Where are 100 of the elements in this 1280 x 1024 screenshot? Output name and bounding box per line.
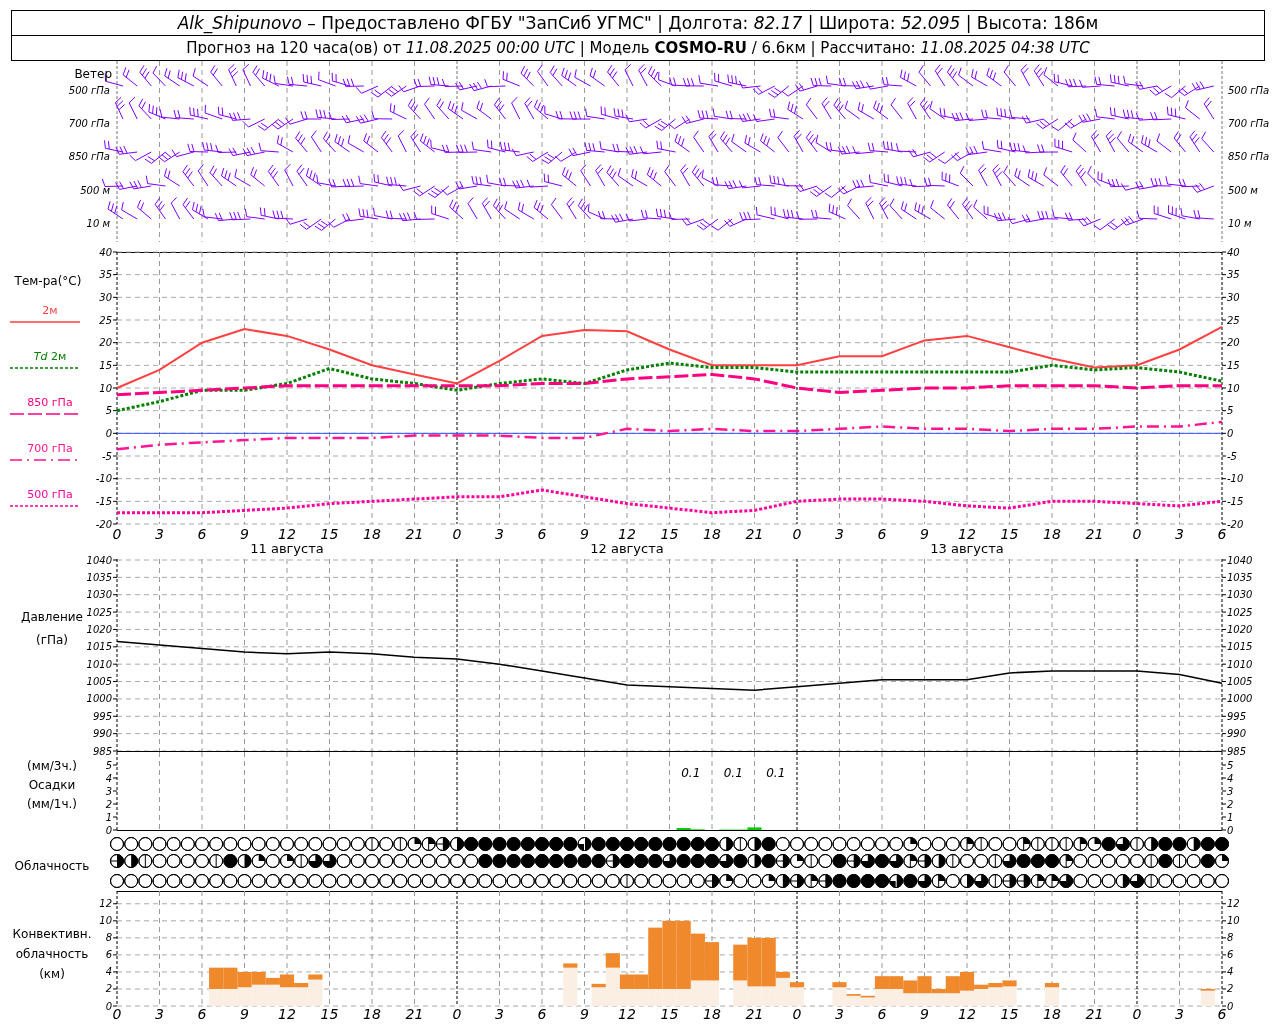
tick-label: 3	[495, 526, 504, 542]
tick-label: 6	[197, 526, 207, 542]
tick-label: 0	[452, 526, 462, 542]
station-title: Alk_Shipunovo – Предоставлено ФГБУ "ЗапСиб УГМС" | Долгота: 82.17 | Широта: 52.095 | Высота: 186м	[12, 11, 1264, 36]
tick-label: 4	[105, 966, 112, 978]
tick-label: 18	[703, 526, 721, 542]
tick-label: 10	[99, 915, 112, 927]
legend-label: 2м	[42, 304, 58, 317]
tick-label: 0	[792, 1006, 802, 1022]
tick-label: 15	[99, 359, 112, 371]
tick-label: 4	[1227, 772, 1234, 784]
tick-label: -15	[95, 495, 112, 507]
tick-label: 4	[105, 772, 112, 784]
tick-label: 15	[1000, 1006, 1019, 1022]
tick-label: 9	[580, 1006, 589, 1022]
tick-label: 1035	[1227, 571, 1253, 583]
tick-label: 10	[1227, 915, 1240, 927]
tick-label: 21	[1085, 526, 1104, 542]
tick-label: 1020	[1227, 623, 1253, 635]
tick-label: 0	[112, 526, 122, 542]
tick-label: 1010	[86, 658, 112, 670]
tick-label: 1025	[1227, 606, 1253, 618]
tick-label: 995	[1227, 710, 1247, 722]
axis-title: Тем-ра(°C)	[14, 274, 82, 288]
tick-label: 985	[1227, 745, 1247, 757]
legend-label: 500 гПа	[27, 488, 73, 501]
tick-label: -5	[1227, 450, 1237, 462]
tick-label: 1	[1227, 811, 1234, 823]
axis-title: (гПа)	[36, 633, 68, 647]
tick-label: 985	[92, 745, 112, 757]
tick-label: 5	[105, 405, 112, 417]
tick-label: 0	[1132, 526, 1142, 542]
tick-label: 8	[105, 932, 112, 944]
date-label: 11 августа	[250, 541, 324, 556]
tick-label: 1015	[1227, 641, 1253, 653]
tick-label: 9	[240, 1006, 249, 1022]
date-label: 12 августа	[590, 541, 664, 556]
precipitation-value: 0.1	[766, 766, 786, 780]
tick-label: 6	[877, 526, 887, 542]
level-label: 500 м	[1228, 185, 1258, 196]
tick-label: 12	[1227, 898, 1240, 910]
tick-label: 0	[1227, 427, 1234, 439]
level-label: 850 гПа	[1228, 151, 1270, 162]
tick-label: 4	[1227, 966, 1234, 978]
tick-label: 10	[1227, 382, 1240, 394]
tick-label: 6	[197, 1006, 207, 1022]
tick-label: -20	[1227, 518, 1244, 530]
tick-label: 3	[835, 1006, 844, 1022]
axis-title: (мм/3ч.)	[26, 759, 78, 773]
tick-label: 12	[278, 526, 296, 542]
tick-label: 1025	[86, 606, 112, 618]
tick-label: 3	[105, 785, 112, 797]
tick-label: 18	[363, 526, 381, 542]
tick-label: 40	[99, 246, 112, 258]
wind-title: Ветер	[74, 67, 112, 81]
tick-label: 21	[745, 1006, 764, 1022]
tick-label: 1010	[1227, 658, 1253, 670]
tick-label: 30	[99, 291, 112, 303]
tick-label: 9	[920, 526, 929, 542]
tick-label: 2	[105, 798, 112, 810]
tick-label: 6	[1217, 526, 1227, 542]
axis-title: (мм/1ч.)	[26, 797, 78, 811]
level-label: 500 гПа	[1228, 85, 1270, 96]
tick-label: 35	[1227, 269, 1240, 281]
tick-label: 0	[105, 427, 112, 439]
tick-label: 1	[105, 811, 112, 823]
tick-label: -10	[95, 473, 112, 485]
tick-label: 995	[92, 710, 112, 722]
tick-label: 21	[405, 526, 424, 542]
tick-label: 18	[363, 1006, 381, 1022]
tick-label: 1005	[86, 676, 112, 688]
tick-label: -5	[102, 450, 112, 462]
tick-label: 35	[99, 269, 112, 281]
tick-label: 12	[618, 526, 636, 542]
tick-label: 5	[105, 759, 112, 771]
precipitation-value: 0.1	[681, 766, 701, 780]
tick-label: 18	[703, 1006, 721, 1022]
tick-label: 15	[660, 1006, 679, 1022]
tick-label: 1000	[1227, 693, 1253, 705]
level-label: 10 м	[86, 218, 110, 229]
tick-label: 6	[105, 949, 112, 961]
tick-label: 20	[1227, 337, 1240, 349]
tick-label: 2	[1227, 983, 1234, 995]
tick-label: 3	[1227, 785, 1234, 797]
legend-label: Td 2м	[33, 350, 67, 363]
tick-label: 18	[1043, 1006, 1061, 1022]
tick-label: 3	[1175, 1006, 1184, 1022]
tick-label: 20	[99, 337, 112, 349]
tick-label: -10	[1227, 473, 1244, 485]
axis-title: Осадки	[28, 778, 76, 792]
level-label: 500 м	[80, 185, 110, 196]
tick-label: 1020	[86, 623, 112, 635]
tick-label: 5	[1227, 759, 1234, 771]
tick-label: 0	[1227, 824, 1234, 836]
tick-label: 1035	[86, 571, 112, 583]
tick-label: 12	[99, 898, 112, 910]
tick-label: -15	[1227, 495, 1244, 507]
tick-label: 3	[1175, 526, 1184, 542]
tick-label: 15	[660, 526, 679, 542]
legend-label: 850 гПа	[27, 396, 73, 409]
